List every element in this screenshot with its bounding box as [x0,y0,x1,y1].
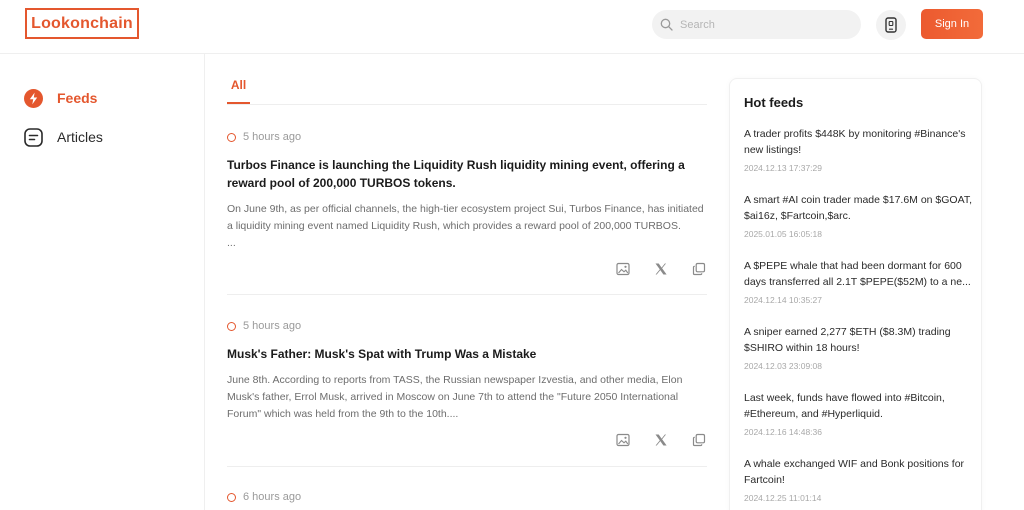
x-logo-icon [655,263,667,275]
post-divider [227,294,707,295]
mobile-app-button[interactable] [876,10,906,40]
x-share-button[interactable] [653,261,669,277]
hot-feed-date: 2024.12.14 10:35:27 [744,295,822,305]
hot-feed-date: 2024.12.25 11:01:14 [744,493,822,503]
hot-feeds-panel: Hot feeds A trader profits $448K by moni… [729,78,982,510]
hot-feed-item[interactable]: A $PEPE whale that had been dormant for … [744,258,974,305]
hot-feed-date: 2024.12.03 23:09:08 [744,361,822,371]
tab-bar: All [227,74,707,105]
copy-button[interactable] [691,432,707,448]
feed-post[interactable]: 5 hours ago Turbos Finance is launching … [227,130,707,252]
feed-main: All 5 hours ago Turbos Finance is launch… [227,54,707,510]
post-body-text: On June 9th, as per official channels, t… [227,203,704,232]
hot-feed-text[interactable]: A sniper earned 2,277 $ETH ($8.3M) tradi… [744,324,974,356]
hot-feed-text[interactable]: A whale exchanged WIF and Bonk positions… [744,456,974,488]
hot-feed-item[interactable]: Last week, funds have flowed into #Bitco… [744,390,974,437]
post-time: 6 hours ago [243,491,302,503]
x-logo-icon [655,434,667,446]
hot-feed-item[interactable]: A whale exchanged WIF and Bonk positions… [744,456,974,503]
post-body: On June 9th, as per official channels, t… [227,201,707,252]
hot-feed-text[interactable]: A smart #AI coin trader made $17.6M on $… [744,192,974,224]
sidebar-item-label: Feeds [57,90,98,106]
post-divider [227,466,707,467]
sidebar: Feeds Articles [0,54,205,510]
post-title[interactable]: Musk's Father: Musk's Spat with Trump Wa… [227,345,707,363]
hot-feed-text[interactable]: A trader profits $448K by monitoring #Bi… [744,126,974,158]
time-dot-icon [227,492,236,502]
post-meta: 5 hours ago [227,130,707,144]
post-ellipsis: ... [227,237,236,249]
copy-icon [692,262,706,276]
tab-all[interactable]: All [227,78,250,92]
feed-post[interactable]: 5 hours ago Musk's Father: Musk's Spat w… [227,319,707,423]
copy-icon [692,433,706,447]
x-share-button[interactable] [653,432,669,448]
post-actions [615,432,707,448]
post-meta: 6 hours ago [227,490,707,504]
post-time: 5 hours ago [243,320,302,332]
sidebar-item-articles[interactable]: Articles [24,126,103,148]
image-share-button[interactable] [615,261,631,277]
post-actions [615,261,707,277]
sidebar-item-feeds[interactable]: Feeds [24,87,97,109]
time-dot-icon [227,132,236,142]
hot-feed-text[interactable]: A $PEPE whale that had been dormant for … [744,258,974,290]
hot-feed-date: 2025.01.05 16:05:18 [744,229,822,239]
logo[interactable]: Lookonchain [25,8,139,39]
search-bar[interactable] [652,10,861,39]
search-icon [660,18,673,31]
sign-in-button[interactable]: Sign In [921,9,983,39]
post-title[interactable]: Turbos Finance is launching the Liquidit… [227,156,707,192]
feed-post[interactable]: 6 hours ago [227,490,707,504]
hot-feeds-title: Hot feeds [744,95,804,110]
image-share-button[interactable] [615,432,631,448]
hot-feed-date: 2024.12.16 14:48:36 [744,427,822,437]
time-dot-icon [227,321,236,331]
post-time: 5 hours ago [243,131,302,143]
sidebar-item-label: Articles [57,129,103,145]
phone-icon [885,17,897,33]
hot-feed-item[interactable]: A trader profits $448K by monitoring #Bi… [744,126,974,173]
post-body: June 8th. According to reports from TASS… [227,374,683,420]
active-tab-indicator [227,102,250,104]
image-icon [616,433,630,447]
hot-feed-date: 2024.12.13 17:37:29 [744,163,822,173]
hot-feed-item[interactable]: A sniper earned 2,277 $ETH ($8.3M) tradi… [744,324,974,371]
image-icon [616,262,630,276]
post-meta: 5 hours ago [227,319,707,333]
hot-feed-item[interactable]: A smart #AI coin trader made $17.6M on $… [744,192,974,239]
search-input[interactable] [680,18,840,31]
lightning-icon [24,88,43,108]
top-header: Lookonchain Sign In [0,0,1024,54]
copy-button[interactable] [691,261,707,277]
article-icon [24,127,43,147]
hot-feed-text[interactable]: Last week, funds have flowed into #Bitco… [744,390,974,422]
